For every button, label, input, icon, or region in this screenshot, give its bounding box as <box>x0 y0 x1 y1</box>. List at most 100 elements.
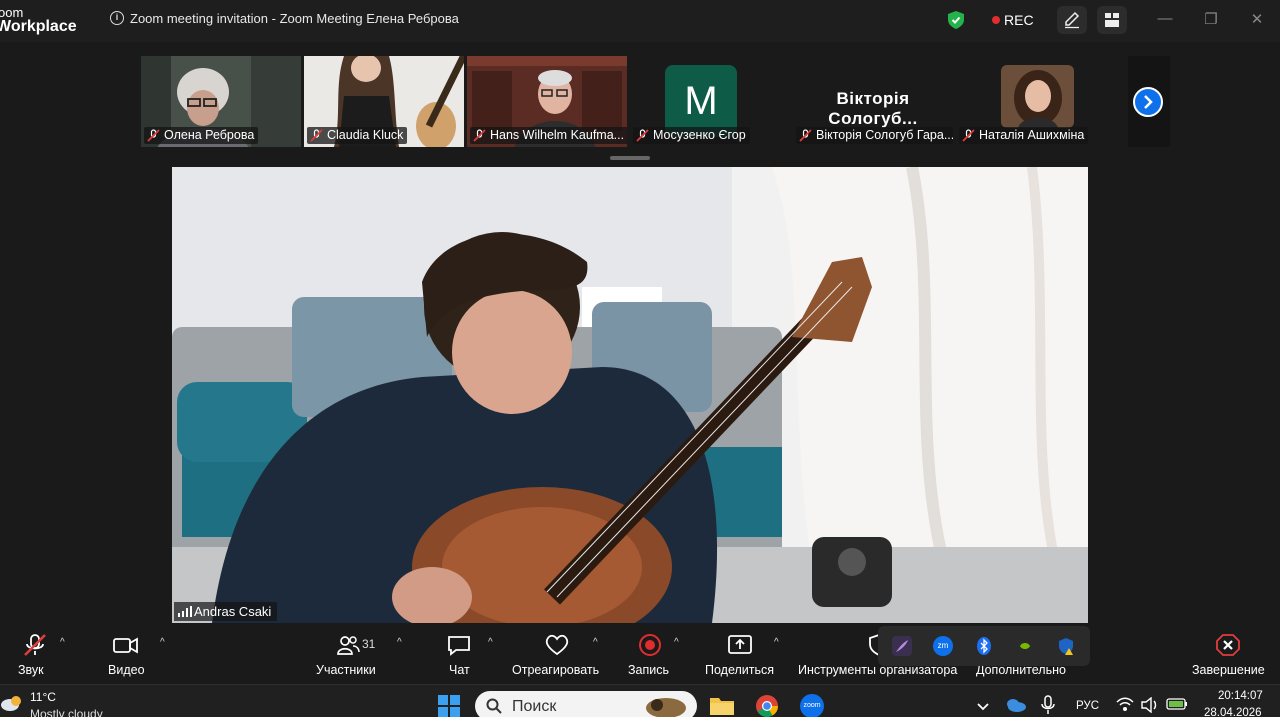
mic-muted-icon <box>962 129 975 142</box>
mic-muted-icon <box>310 129 323 142</box>
participant-name: Мосузенко Єгор <box>653 128 746 142</box>
zoom-workplace-logo: oom Workplace <box>0 6 77 35</box>
share-button[interactable]: Поделиться <box>705 625 775 683</box>
participants-icon <box>337 636 360 655</box>
participant-name-label: Hans Wilhelm Kaufma... <box>470 127 627 144</box>
battery-charging-icon[interactable] <box>1166 697 1188 711</box>
video-options-caret-icon[interactable]: ^ <box>160 637 165 648</box>
participant-name-label: Наталія Ашихміна <box>959 127 1089 144</box>
participant-tile[interactable]: Claudia Kluck <box>304 56 464 147</box>
share-options-caret-icon[interactable]: ^ <box>774 637 779 648</box>
pencil-icon <box>1065 11 1080 29</box>
video-button[interactable]: Видео <box>106 625 150 683</box>
chevron-up-icon[interactable] <box>973 696 993 716</box>
temperature[interactable]: 11°C <box>30 690 56 704</box>
minimize-icon[interactable]: — <box>1155 10 1175 27</box>
window-title: Zoom meeting invitation - Zoom Meeting Е… <box>130 11 459 26</box>
signal-bars-icon <box>178 606 192 617</box>
participant-name: Вікторія Сологуб Гара... <box>816 128 953 142</box>
participant-name: Claudia Kluck <box>327 128 404 142</box>
feather-app-icon[interactable] <box>892 636 912 656</box>
participant-tile[interactable]: Наталія Ашихміна <box>956 56 1116 147</box>
logo-line2: Workplace <box>0 18 77 35</box>
share-screen-icon <box>728 635 752 654</box>
title-bar: oom Workplace i Zoom meeting invitation … <box>0 0 1280 42</box>
audio-options-caret-icon[interactable]: ^ <box>60 637 65 648</box>
participants-button[interactable]: Участники <box>316 625 382 683</box>
video-label: Видео <box>108 663 145 677</box>
participant-tile[interactable]: Вікторія Сологуб... Вікторія Сологуб Гар… <box>793 56 953 147</box>
participant-name-label: Вікторія Сологуб Гара... <box>796 127 953 144</box>
audio-label: Звук <box>18 663 44 677</box>
annotate-button[interactable] <box>1057 6 1087 34</box>
search-placeholder: Поиск <box>512 698 557 715</box>
nvidia-icon[interactable] <box>1015 636 1035 656</box>
speaker-name-label: Andras Csaki <box>174 602 278 621</box>
next-page-button[interactable] <box>1128 56 1170 147</box>
record-label: Запись <box>628 663 670 677</box>
react-label: Отреагировать <box>512 663 600 677</box>
search-icon <box>486 698 502 714</box>
participants-options-caret-icon[interactable]: ^ <box>397 637 402 648</box>
tray-overflow-popup: zm <box>878 626 1090 666</box>
record-options-caret-icon[interactable]: ^ <box>674 637 679 648</box>
active-speaker-video: Andras Csaki <box>172 167 1088 623</box>
chat-button[interactable]: Чат <box>446 625 476 683</box>
zoom-tray-icon[interactable]: zm <box>933 636 953 656</box>
participant-name: Олена Реброва <box>164 128 255 142</box>
participant-tile[interactable]: Олена Реброва <box>141 56 301 147</box>
maximize-icon[interactable]: ❐ <box>1201 10 1221 28</box>
file-explorer-icon[interactable] <box>709 694 735 716</box>
end-meeting-button[interactable]: Завершение <box>1190 625 1266 683</box>
resize-handle[interactable] <box>610 156 650 160</box>
windows-start-icon[interactable] <box>437 694 461 717</box>
participant-tile[interactable]: Hans Wilhelm Kaufma... <box>467 56 627 147</box>
speaker-name: Andras Csaki <box>194 604 272 619</box>
bluetooth-icon[interactable] <box>974 636 994 656</box>
taskbar-search-box[interactable]: Поиск <box>475 691 697 717</box>
defender-warning-icon[interactable] <box>1056 636 1076 656</box>
clock-date[interactable]: 28.04.2026 <box>1204 707 1262 717</box>
react-button[interactable]: Отреагировать <box>512 625 604 683</box>
video-camera-icon <box>113 637 138 654</box>
chat-bubble-icon <box>448 636 470 656</box>
participants-count: 31 <box>362 637 376 651</box>
chat-options-caret-icon[interactable]: ^ <box>488 637 493 648</box>
recording-indicator-icon <box>992 16 1000 24</box>
info-icon[interactable]: i <box>110 11 124 25</box>
participant-name-tile: Вікторія Сологуб... <box>828 89 918 128</box>
clock-time[interactable]: 20:14:07 <box>1218 690 1263 702</box>
close-icon[interactable]: ✕ <box>1247 10 1267 28</box>
input-language[interactable]: РУС <box>1076 700 1099 712</box>
wifi-icon[interactable] <box>1116 697 1134 713</box>
participant-tile[interactable]: M Мосузенко Єгор <box>630 56 790 147</box>
chat-label: Чат <box>449 663 470 677</box>
encryption-shield-icon[interactable] <box>948 11 964 29</box>
participant-name: Hans Wilhelm Kaufma... <box>490 128 625 142</box>
mic-muted-icon <box>473 129 486 142</box>
participants-label: Участники <box>316 663 376 677</box>
chrome-icon[interactable] <box>755 694 779 717</box>
volume-icon[interactable] <box>1140 697 1160 713</box>
end-icon <box>1216 634 1240 656</box>
zoom-taskbar-icon[interactable]: zoom <box>800 694 824 717</box>
audio-button[interactable]: Звук <box>14 625 58 683</box>
mic-muted-icon <box>147 129 160 142</box>
speaker-video-frame <box>172 167 1088 623</box>
record-button[interactable]: Запись <box>628 625 672 683</box>
participant-name: Наталія Ашихміна <box>979 128 1085 142</box>
participant-name-label: Claudia Kluck <box>307 127 408 144</box>
onedrive-icon[interactable] <box>1005 697 1027 713</box>
mic-muted-icon <box>636 129 649 142</box>
react-options-caret-icon[interactable]: ^ <box>593 637 598 648</box>
view-button[interactable] <box>1097 6 1127 34</box>
weather-status[interactable]: Mostly cloudy <box>30 707 103 717</box>
end-label: Завершение <box>1192 663 1265 677</box>
microphone-icon[interactable] <box>1040 695 1056 715</box>
record-icon <box>639 634 661 656</box>
participant-name-label: Олена Реброва <box>144 127 259 144</box>
chevron-right-icon <box>1133 87 1163 117</box>
search-highlight-icon <box>646 698 686 717</box>
heart-icon <box>545 634 569 656</box>
windows-taskbar: 11°C Mostly cloudy Поиск zoom РУС 20:14:… <box>0 684 1280 717</box>
